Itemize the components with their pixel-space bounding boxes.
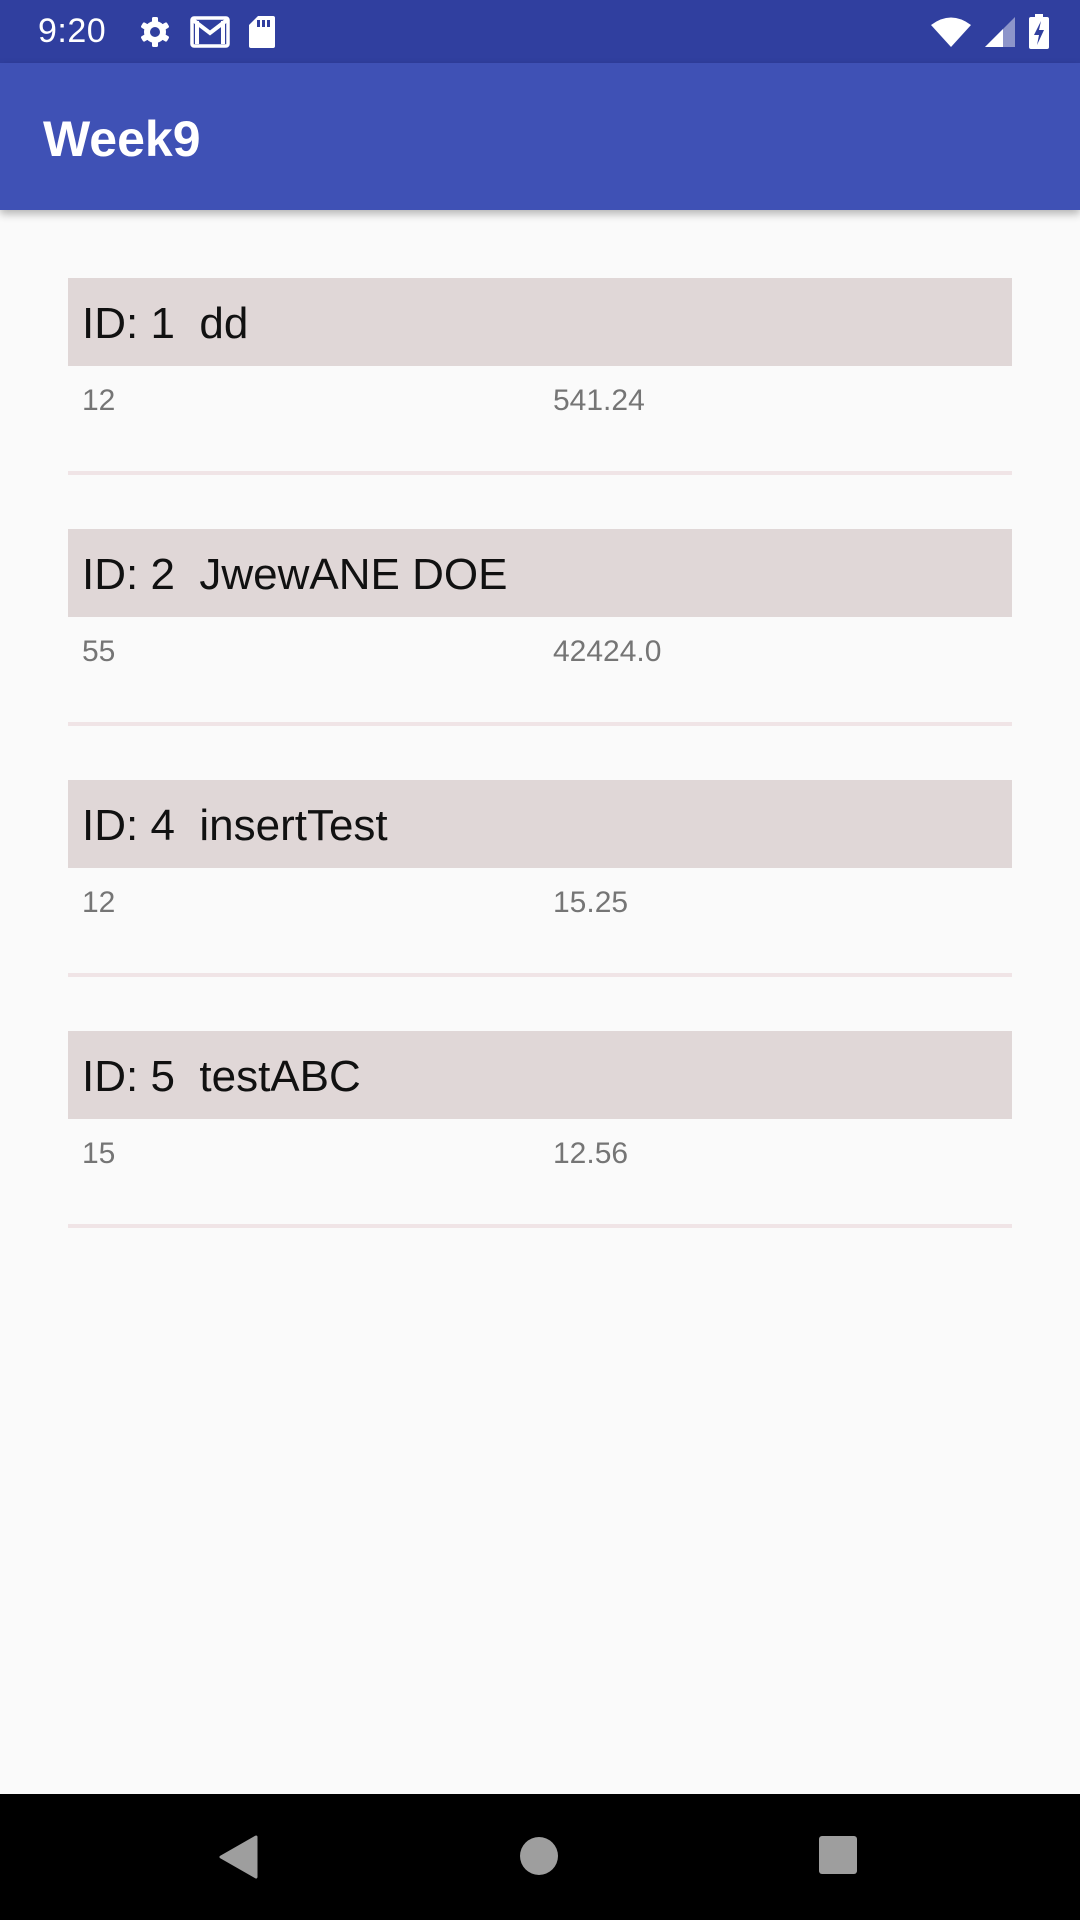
item-header: ID: 5 testABC bbox=[68, 1031, 1012, 1119]
app-bar: Week9 bbox=[0, 63, 1080, 210]
cell-signal-icon bbox=[984, 16, 1016, 48]
status-system-icons bbox=[930, 13, 1050, 51]
list-item[interactable]: ID: 5 testABC 15 12.56 bbox=[68, 1031, 1012, 1282]
item-header: ID: 1 dd bbox=[68, 278, 1012, 366]
item-header: ID: 2 JwewANE DOE bbox=[68, 529, 1012, 617]
item-quantity: 15 bbox=[82, 1137, 116, 1170]
status-bar: 9:20 bbox=[0, 0, 1080, 63]
item-quantity: 12 bbox=[82, 384, 116, 417]
record-list[interactable]: ID: 1 dd 12 541.24 ID: 2 JwewANE DOE 55 … bbox=[68, 278, 1012, 1282]
item-divider bbox=[68, 722, 1012, 726]
item-title: ID: 4 insertTest bbox=[82, 801, 388, 850]
item-quantity: 55 bbox=[82, 635, 116, 668]
item-price: 42424.0 bbox=[553, 635, 662, 668]
list-item[interactable]: ID: 1 dd 12 541.24 bbox=[68, 278, 1012, 529]
app-title: Week9 bbox=[43, 111, 201, 167]
item-header: ID: 4 insertTest bbox=[68, 780, 1012, 868]
sd-card-icon bbox=[248, 15, 276, 49]
item-title: ID: 1 dd bbox=[82, 299, 249, 348]
settings-icon bbox=[138, 15, 172, 49]
item-quantity: 12 bbox=[82, 886, 116, 919]
gmail-icon bbox=[190, 16, 230, 48]
item-divider bbox=[68, 471, 1012, 475]
item-divider bbox=[68, 1224, 1012, 1228]
item-price: 541.24 bbox=[553, 384, 645, 417]
status-time: 9:20 bbox=[38, 12, 107, 50]
wifi-icon bbox=[930, 16, 972, 48]
item-price: 15.25 bbox=[553, 886, 629, 919]
item-title: ID: 2 JwewANE DOE bbox=[82, 550, 508, 599]
navigation-bar bbox=[0, 1794, 1080, 1920]
list-item[interactable]: ID: 2 JwewANE DOE 55 42424.0 bbox=[68, 529, 1012, 780]
list-item[interactable]: ID: 4 insertTest 12 15.25 bbox=[68, 780, 1012, 1031]
home-icon[interactable] bbox=[518, 1835, 560, 1882]
back-icon[interactable] bbox=[218, 1835, 258, 1884]
battery-charging-icon bbox=[1028, 14, 1050, 50]
status-notification-icons bbox=[138, 14, 276, 50]
item-price: 12.56 bbox=[553, 1137, 629, 1170]
item-title: ID: 5 testABC bbox=[82, 1052, 361, 1101]
recents-icon[interactable] bbox=[818, 1835, 858, 1880]
item-divider bbox=[68, 973, 1012, 977]
